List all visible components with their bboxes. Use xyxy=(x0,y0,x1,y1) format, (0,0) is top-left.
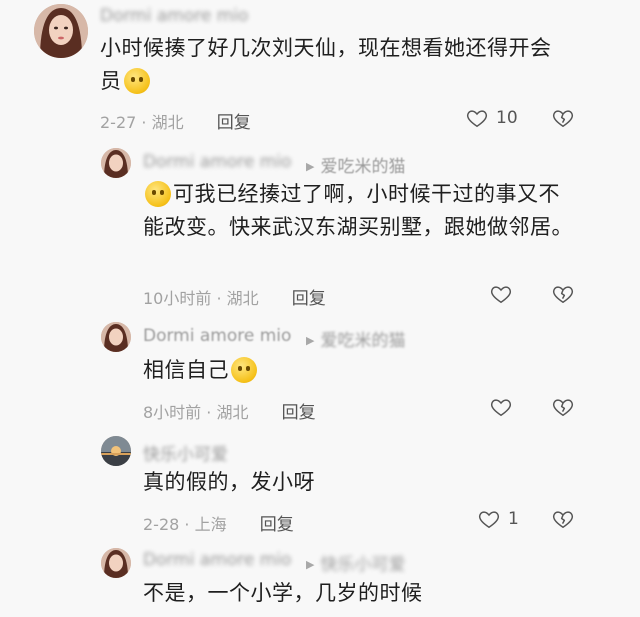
username[interactable]: 快乐小可爱 xyxy=(143,440,228,465)
avatar[interactable] xyxy=(101,436,131,466)
broken-heart-icon xyxy=(552,110,574,127)
heart-outline-icon xyxy=(490,399,512,417)
like-button[interactable] xyxy=(490,283,512,305)
like-count: 10 xyxy=(496,108,518,128)
like-button[interactable] xyxy=(490,396,512,418)
reply-to-label: ▶ 爱吃米的猫 xyxy=(306,152,405,177)
dislike-button[interactable] xyxy=(552,283,574,305)
username[interactable]: Dormi amore mio xyxy=(143,152,291,172)
like-count: 1 xyxy=(508,509,519,529)
broken-heart-icon xyxy=(552,286,574,303)
avatar-image xyxy=(101,436,131,466)
shy-face-emoji-icon xyxy=(123,68,150,94)
broken-heart-icon xyxy=(552,511,574,528)
separator: · xyxy=(184,515,190,534)
avatar[interactable] xyxy=(34,4,88,58)
triangle-right-icon: ▶ xyxy=(306,334,315,347)
separator: · xyxy=(141,113,147,132)
comment-meta: 10小时前 · 湖北 回复 xyxy=(143,284,326,309)
comment-date: 8小时前 xyxy=(143,403,202,422)
comment-location: 湖北 xyxy=(226,289,259,308)
reply-button[interactable]: 回复 xyxy=(292,289,326,309)
comment-meta: 8小时前 · 湖北 回复 xyxy=(143,398,316,423)
like-button[interactable]: 1 xyxy=(478,508,519,530)
avatar[interactable] xyxy=(101,322,131,352)
avatar[interactable] xyxy=(101,148,131,178)
username[interactable]: Dormi amore mio xyxy=(100,6,248,26)
separator: · xyxy=(216,289,222,308)
broken-heart-icon xyxy=(552,399,574,416)
dislike-button[interactable] xyxy=(552,508,574,530)
comment-location: 湖北 xyxy=(151,113,184,132)
avatar-image xyxy=(101,322,131,352)
reply-to-label: ▶ 快乐小可爱 xyxy=(306,550,405,575)
comment-location: 上海 xyxy=(194,515,227,534)
comment-meta: 2-28 · 上海 回复 xyxy=(143,510,294,535)
comment-text: 真的假的，发小呀 xyxy=(143,466,573,499)
comment-text: 小时候揍了好几次刘天仙，现在想看她还得开会员 xyxy=(100,32,570,98)
comment-text-content: 真的假的，发小呀 xyxy=(143,470,315,494)
comment-meta: 2-27 · 湖北 回复 xyxy=(100,108,251,133)
thinking-face-emoji-icon xyxy=(231,357,257,383)
triangle-right-icon: ▶ xyxy=(306,558,315,571)
thinking-face-emoji-icon xyxy=(145,181,171,207)
reply-button[interactable]: 回复 xyxy=(217,113,251,133)
separator: · xyxy=(206,403,212,422)
heart-outline-icon xyxy=(466,110,488,128)
reply-button[interactable]: 回复 xyxy=(282,403,316,423)
reply-to-user[interactable]: 爱吃米的猫 xyxy=(320,157,405,177)
avatar-image xyxy=(34,4,88,58)
comment-text: 不是，一个小学，几岁的时候 xyxy=(143,577,573,610)
reply-to-user[interactable]: 快乐小可爱 xyxy=(320,555,405,575)
dislike-button[interactable] xyxy=(552,396,574,418)
username[interactable]: Dormi amore mio xyxy=(143,326,291,346)
avatar-image xyxy=(101,548,131,578)
comment-text-content: 相信自己 xyxy=(143,358,229,382)
reply-to-label: ▶ 爱吃米的猫 xyxy=(306,326,405,351)
comment-location: 湖北 xyxy=(216,403,249,422)
comment-text: 相信自己 xyxy=(143,354,573,387)
reply-to-user[interactable]: 爱吃米的猫 xyxy=(320,331,405,351)
comment-text-content: 可我已经揍过了啊，小时候干过的事又不能改变。快来武汉东湖买别墅，跟她做邻居。 xyxy=(143,182,573,239)
reply-button[interactable]: 回复 xyxy=(260,515,294,535)
username[interactable]: Dormi amore mio xyxy=(143,550,291,570)
comment-date: 2-27 xyxy=(100,113,137,132)
comment-text-content: 不是，一个小学，几岁的时候 xyxy=(143,581,423,605)
heart-outline-icon xyxy=(478,511,500,529)
dislike-button[interactable] xyxy=(552,107,574,129)
comment-text: 可我已经揍过了啊，小时候干过的事又不能改变。快来武汉东湖买别墅，跟她做邻居。 xyxy=(143,178,573,244)
avatar[interactable] xyxy=(101,548,131,578)
heart-outline-icon xyxy=(490,286,512,304)
triangle-right-icon: ▶ xyxy=(306,160,315,173)
comment-text-content: 小时候揍了好几次刘天仙，现在想看她还得开会员 xyxy=(100,36,552,93)
comment-date: 2-28 xyxy=(143,515,180,534)
comment-date: 10小时前 xyxy=(143,289,212,308)
avatar-image xyxy=(101,148,131,178)
like-button[interactable]: 10 xyxy=(466,107,518,129)
